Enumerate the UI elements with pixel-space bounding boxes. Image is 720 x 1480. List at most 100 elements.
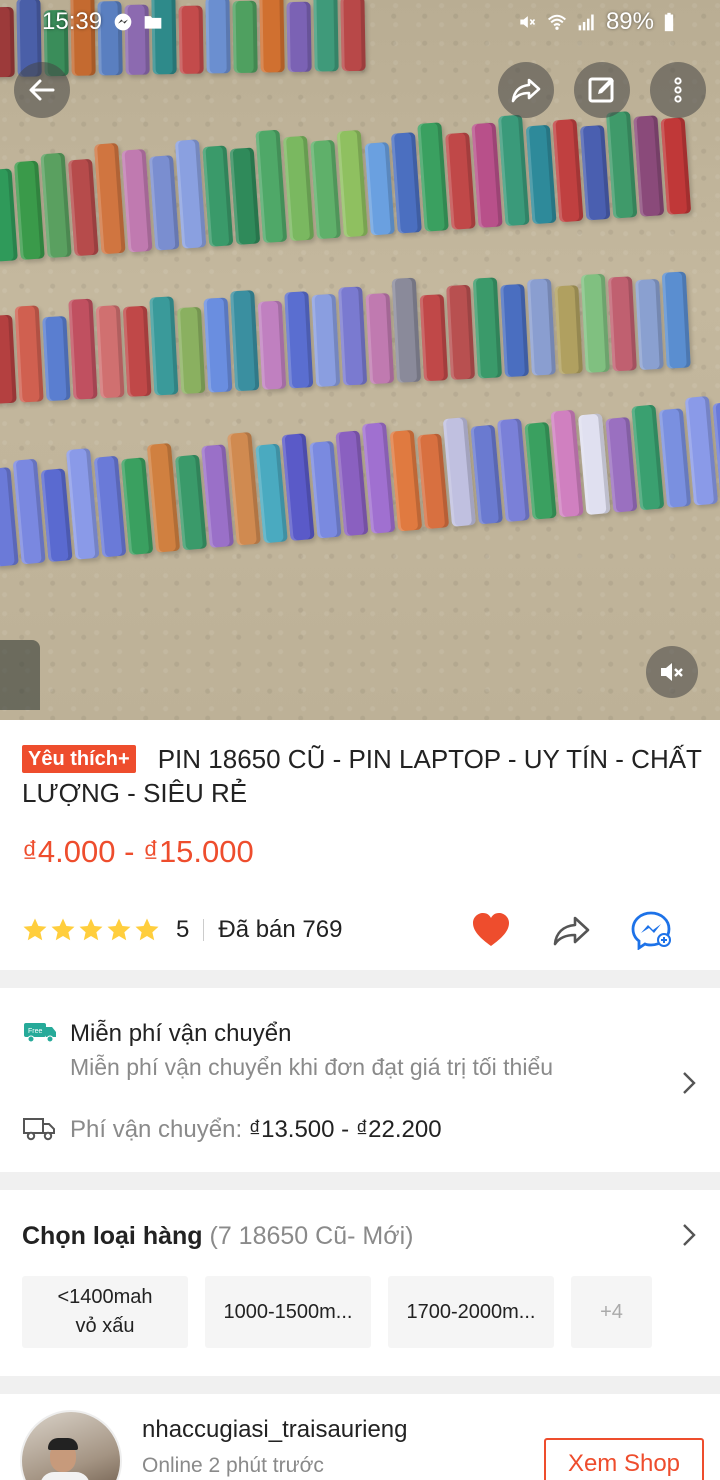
shop-section: nhaccugiasi_traisaurieng Online 2 phút t…	[0, 1394, 720, 1480]
share-icon	[511, 78, 541, 103]
battery-icon	[664, 12, 674, 32]
battery-cell	[93, 142, 126, 255]
battery-cell	[605, 111, 638, 219]
star-icon	[23, 918, 47, 941]
back-icon	[29, 79, 55, 101]
more-button[interactable]	[650, 62, 706, 118]
rating-stars	[22, 917, 160, 943]
variant-option[interactable]: 1000-1500m...	[205, 1276, 371, 1348]
battery-cell	[68, 298, 98, 400]
battery-cell	[552, 118, 584, 223]
battery-cell	[525, 124, 557, 225]
variant-count: (7 18650 Cũ- Mới)	[209, 1222, 414, 1250]
battery-cell	[633, 115, 665, 217]
avatar-figure-hair	[48, 1438, 78, 1450]
battery-cell	[311, 293, 341, 387]
shipping-section[interactable]: Free Miễn phí vận chuyển Miễn phí vận ch…	[0, 988, 720, 1172]
edit-icon	[588, 77, 614, 103]
battery-cell	[68, 158, 99, 257]
battery-cell	[0, 314, 17, 404]
shop-name[interactable]: nhaccugiasi_traisaurieng	[142, 1416, 408, 1444]
variant-heading-label: Chọn loại hàng	[22, 1222, 203, 1250]
share-button[interactable]	[498, 62, 554, 118]
variant-heading[interactable]: Chọn loại hàng (7 18650 Cũ- Mới)	[22, 1222, 413, 1251]
battery-percent: 89%	[605, 8, 654, 35]
star-icon	[135, 918, 159, 941]
battery-cell	[419, 294, 449, 382]
battery-cell	[95, 305, 125, 399]
variant-option[interactable]: 1700-2000m...	[388, 1276, 554, 1348]
heart-icon[interactable]	[470, 910, 512, 950]
battery-cell	[500, 283, 529, 378]
avatar-figure-body	[40, 1472, 90, 1480]
battery-cell	[202, 145, 234, 247]
sold-count: Đã bán 769	[218, 916, 343, 943]
battery-cell	[526, 278, 556, 376]
image-shadow	[0, 640, 40, 710]
mute-video-button[interactable]	[646, 646, 698, 698]
battery-cell	[148, 155, 180, 251]
battery-cell	[122, 305, 152, 397]
battery-cell	[364, 142, 395, 236]
star-icon	[79, 918, 103, 941]
status-time: 15:39	[42, 8, 103, 35]
more-variants-button[interactable]: +4	[571, 1276, 652, 1348]
shipping-fee-value: ₫13.500 - ₫22.200	[248, 1116, 442, 1143]
variant-option[interactable]: <1400mah vỏ xấu	[22, 1276, 188, 1348]
divider	[203, 919, 205, 941]
battery-cell	[580, 273, 610, 373]
battery-cell	[176, 306, 206, 395]
battery-cell	[607, 276, 637, 372]
free-shipping-condition: Miễn phí vận chuyển khi đơn đạt giá trị …	[70, 1054, 554, 1080]
battery-cell	[417, 122, 449, 232]
rating-value: 5	[176, 916, 190, 943]
battery-cell	[336, 129, 368, 238]
shop-online-status: Online 2 phút trước	[142, 1454, 324, 1477]
folder-icon	[144, 16, 162, 29]
battery-cell	[497, 114, 530, 227]
star-icon	[107, 918, 131, 941]
battery-cell	[472, 277, 503, 379]
battery-cell	[445, 132, 476, 230]
chat-icon[interactable]	[630, 910, 672, 950]
battery-cell	[365, 293, 395, 385]
battery-cell	[121, 149, 153, 253]
product-image[interactable]: 15:39 89%	[0, 0, 720, 720]
battery-cell	[471, 122, 503, 228]
edit-button[interactable]	[574, 62, 630, 118]
battery-cell	[230, 290, 260, 392]
variant-options: <1400mah vỏ xấu 1000-1500m... 1700-2000m…	[22, 1276, 652, 1348]
wifi-icon	[547, 14, 566, 30]
shipping-fee: Phí vận chuyển: ₫13.500 - ₫22.200	[70, 1116, 442, 1144]
battery-cell	[635, 278, 664, 371]
product-title-block: Yêu thích+ PIN 18650 CŨ - PIN LAPTOP - UY…	[22, 742, 702, 810]
messenger-icon	[114, 13, 132, 31]
battery-cell	[310, 139, 342, 240]
rating-row: 5 Đã bán 769	[22, 910, 702, 950]
status-bar: 15:39 89%	[0, 0, 720, 44]
shop-avatar[interactable]	[20, 1410, 122, 1480]
share-icon[interactable]	[550, 910, 592, 950]
battery-cell	[284, 291, 314, 389]
favorite-badge: Yêu thích+	[22, 745, 136, 773]
chevron-right-icon[interactable]	[680, 1222, 698, 1248]
battery-cell	[174, 139, 207, 249]
chevron-right-icon[interactable]	[680, 1070, 698, 1096]
battery-cell	[446, 284, 476, 380]
battery-cell	[554, 285, 583, 375]
battery-cell	[14, 160, 45, 260]
battery-cell	[391, 277, 422, 383]
mute-icon	[520, 16, 536, 28]
product-info-card: Yêu thích+ PIN 18650 CŨ - PIN LAPTOP - UY…	[0, 720, 720, 970]
battery-cell	[14, 305, 44, 403]
battery-cell	[282, 135, 315, 242]
free-label: Free	[28, 1028, 43, 1035]
star-icon	[51, 918, 75, 941]
back-button[interactable]	[14, 62, 70, 118]
battery-cell	[660, 117, 692, 215]
view-shop-button[interactable]: Xem Shop	[544, 1438, 704, 1480]
product-price: ₫4.000 - ₫15.000	[22, 834, 254, 869]
battery-cell	[579, 124, 611, 221]
more-icon	[674, 77, 682, 103]
battery-cell	[257, 300, 287, 390]
